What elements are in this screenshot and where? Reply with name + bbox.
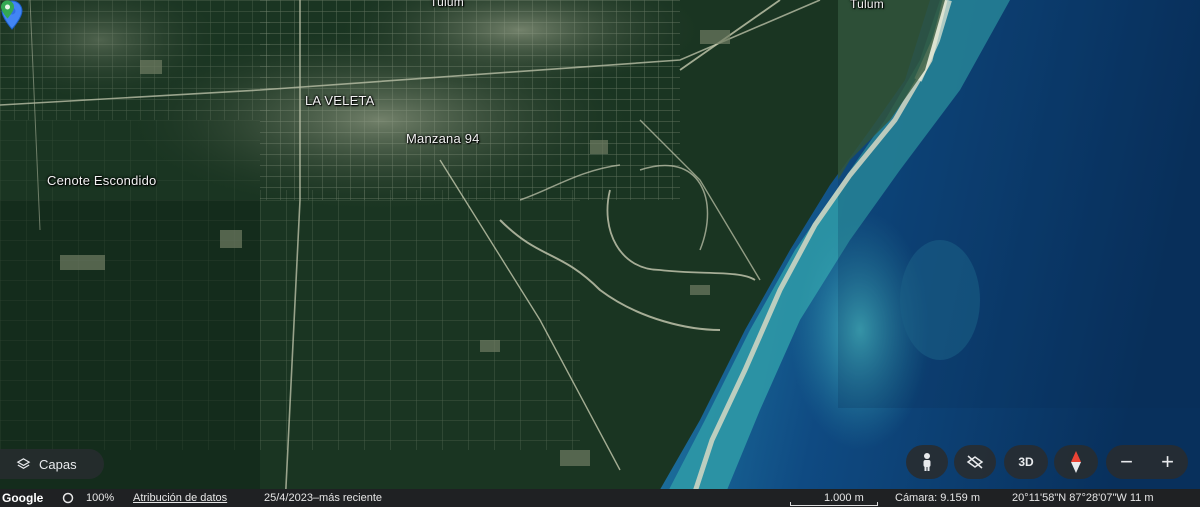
imagery-date: 25/4/2023–más reciente	[264, 492, 383, 504]
zoom-percentage: 100%	[86, 492, 115, 504]
3d-toggle-button[interactable]: 3D	[1004, 445, 1048, 479]
status-bar: Google 100% Atribución de datos 25/4/202…	[0, 489, 1200, 507]
zoom-in-button[interactable]: +	[1153, 451, 1183, 473]
google-logo: Google	[2, 491, 44, 505]
3d-label: 3D	[1018, 455, 1034, 469]
area-label-la-veleta: LA VELETA	[305, 93, 375, 108]
camera-altitude: Cámara: 9.159 m	[895, 492, 980, 504]
poi-pin-icon[interactable]	[0, 0, 15, 19]
cursor-coordinates: 20°11'58"N 87°28'07"W 11 m	[1012, 492, 1154, 504]
placemark-label-manzana[interactable]: Manzana 94	[406, 131, 480, 146]
layers-label: Capas	[39, 456, 77, 472]
scale-line	[790, 502, 878, 506]
town-label-tulum: Tulum	[430, 0, 464, 9]
data-attribution-link[interactable]: Atribución de datos	[133, 492, 227, 504]
pegman-icon	[923, 453, 931, 471]
tilt-button[interactable]	[954, 445, 996, 479]
satellite-imagery	[0, 0, 1200, 507]
layers-icon	[16, 457, 31, 469]
street-view-button[interactable]	[906, 445, 948, 479]
town-label-tulum-east: Tulum	[850, 0, 884, 11]
globe-icon[interactable]	[62, 492, 74, 504]
satellite-map[interactable]: Tulum Tulum LA VELETA Manzana 94 Cenote …	[0, 0, 1200, 507]
layers-button[interactable]: Capas	[0, 449, 104, 479]
poi-label-cenote-escondido[interactable]: Cenote Escondido	[47, 173, 156, 188]
zoom-controls: − +	[1106, 445, 1188, 479]
tilt-icon	[966, 455, 984, 469]
compass-button[interactable]	[1054, 445, 1098, 479]
scale-bar: 1.000 m	[786, 489, 882, 506]
compass-icon	[1071, 451, 1081, 473]
zoom-out-button[interactable]: −	[1112, 451, 1142, 473]
